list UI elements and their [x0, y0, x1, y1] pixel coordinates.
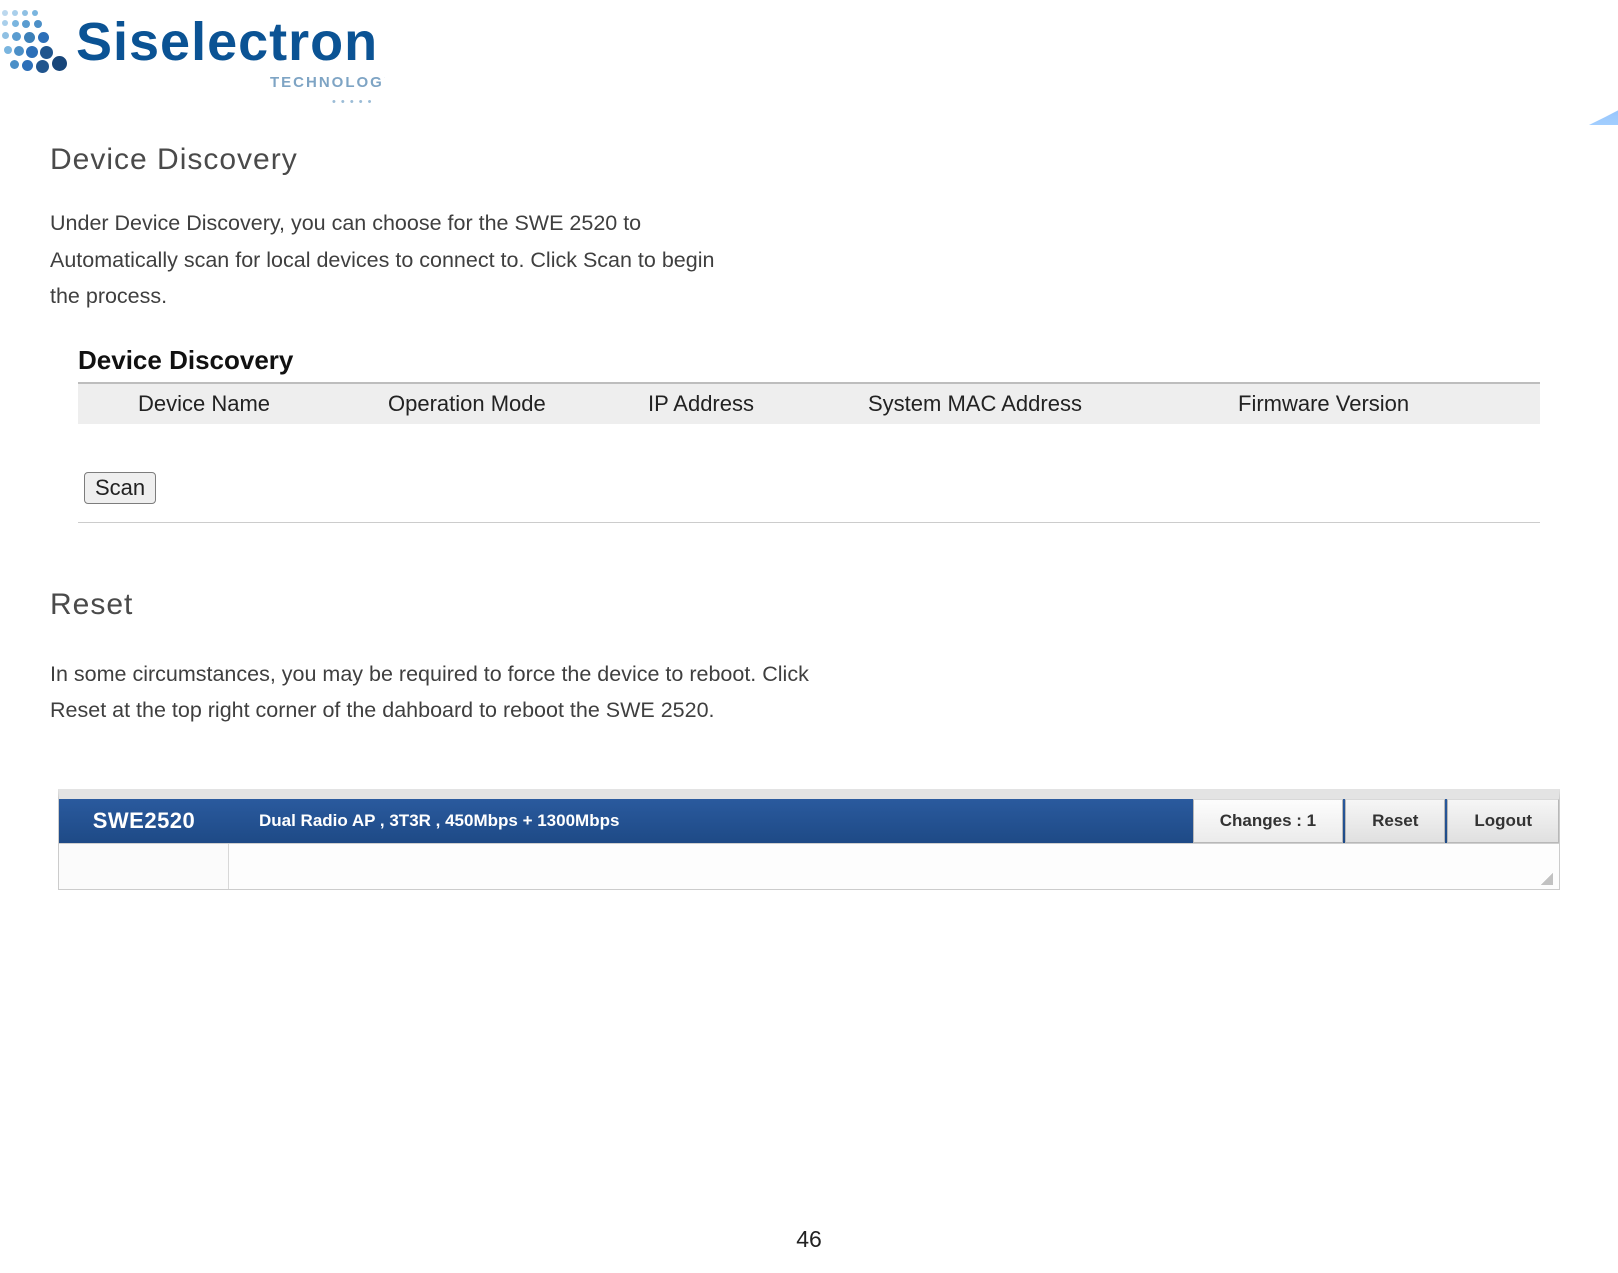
device-discovery-paragraph: Under Device Discovery, you can choose f… [50, 205, 750, 315]
dashboard-top-bar: SWE2520 Dual Radio AP , 3T3R , 450Mbps +… [59, 799, 1559, 843]
device-discovery-heading: Device Discovery [50, 143, 1568, 177]
brand-logo-icon [0, 8, 68, 76]
column-firmware-version: Firmware Version [1218, 391, 1540, 417]
device-discovery-columns: Device Name Operation Mode IP Address Sy… [78, 382, 1540, 424]
column-mac-address: System MAC Address [868, 391, 1218, 417]
scan-button[interactable]: Scan [84, 472, 156, 504]
brand-name: Siselectron [76, 11, 378, 73]
brand-tagline: TECHNOLOGY [270, 74, 396, 91]
dashboard-device-description: Dual Radio AP , 3T3R , 450Mbps + 1300Mbp… [229, 799, 1191, 843]
dashboard-main-slot [229, 844, 1559, 889]
logout-button[interactable]: Logout [1447, 799, 1559, 843]
page-banner: Siselectron TECHNOLOGY • • • • • [0, 0, 1618, 125]
dashboard-panel: SWE2520 Dual Radio AP , 3T3R , 450Mbps +… [58, 789, 1560, 890]
brand-decorative-dots: • • • • • [332, 96, 372, 108]
column-device-name: Device Name [78, 391, 388, 417]
dashboard-sub-bar [59, 843, 1559, 889]
dashboard-sidebar-slot [59, 844, 229, 889]
changes-button[interactable]: Changes : 1 [1193, 799, 1343, 843]
reset-paragraph: In some circumstances, you may be requir… [50, 656, 810, 729]
reset-button[interactable]: Reset [1345, 799, 1445, 843]
column-operation-mode: Operation Mode [388, 391, 648, 417]
device-discovery-panel-title: Device Discovery [78, 345, 1540, 382]
dashboard-device-name: SWE2520 [59, 799, 229, 843]
page-number: 46 [0, 1226, 1618, 1253]
device-discovery-panel: Device Discovery Device Name Operation M… [78, 345, 1540, 523]
column-ip-address: IP Address [648, 391, 868, 417]
reset-heading: Reset [50, 588, 1568, 622]
brand-logo: Siselectron [0, 8, 378, 76]
